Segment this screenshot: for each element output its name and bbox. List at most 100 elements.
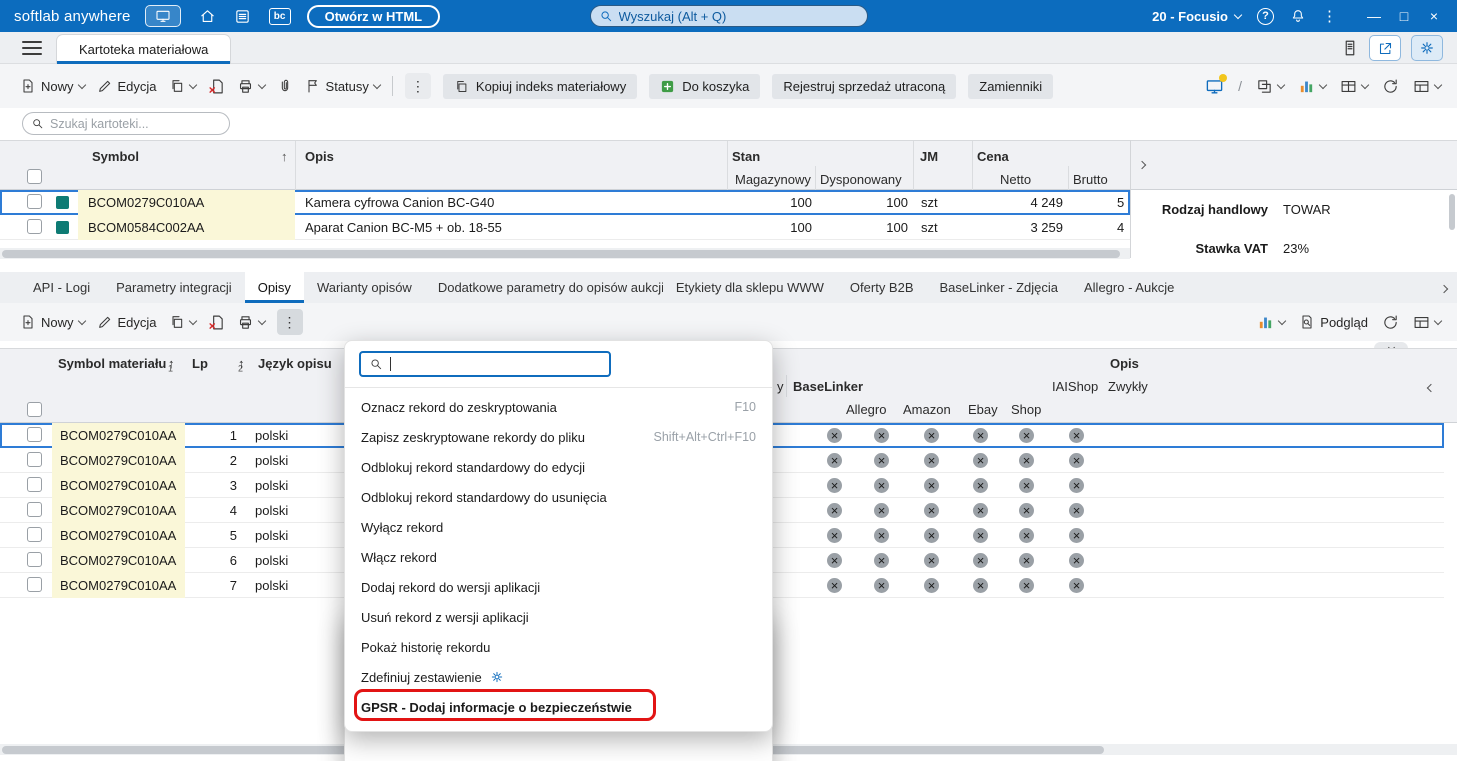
disabled-icon[interactable]: × [1069, 578, 1084, 593]
disabled-icon[interactable]: × [874, 453, 889, 468]
screen-view-button[interactable] [1205, 73, 1228, 96]
tab-oferty-b2b[interactable]: Oferty B2B [837, 272, 927, 303]
edit-button[interactable]: Edycja [97, 314, 157, 330]
table-row[interactable]: BCOM0279C010AA Kamera cyfrowa Canion BC-… [0, 190, 1130, 215]
help-button[interactable]: ? [1257, 7, 1274, 25]
menu-item-gpsr[interactable]: GPSR - Dodaj informacje o bezpieczeństwi… [345, 692, 772, 722]
share-button[interactable] [1369, 35, 1401, 61]
col-cena[interactable]: Cena [977, 149, 1009, 164]
disabled-icon[interactable]: × [1069, 528, 1084, 543]
tab-warianty-opisow[interactable]: Warianty opisów [304, 272, 425, 303]
report-button[interactable] [1341, 39, 1359, 57]
tabs-scroll-right-button[interactable] [1439, 280, 1449, 295]
disabled-icon[interactable]: × [1019, 453, 1034, 468]
disabled-icon[interactable]: × [1069, 553, 1084, 568]
edit-button[interactable]: Edycja [97, 78, 157, 94]
disabled-icon[interactable]: × [874, 478, 889, 493]
col-iaishop[interactable]: IAIShop [1052, 379, 1098, 394]
chart-button[interactable] [1257, 314, 1287, 331]
disabled-icon[interactable]: × [924, 553, 939, 568]
register-lost-sale-button[interactable]: Rejestruj sprzedaż utraconą [772, 73, 957, 99]
disabled-icon[interactable]: × [874, 503, 889, 518]
col-symbol-materialu[interactable]: Symbol materiału [58, 356, 166, 371]
disabled-icon[interactable]: × [1019, 503, 1034, 518]
disabled-icon[interactable]: × [1019, 528, 1034, 543]
tab-dodatkowe-parametry[interactable]: Dodatkowe parametry do opisów aukcji [425, 272, 663, 303]
disabled-icon[interactable]: × [924, 453, 939, 468]
menu-item-zdefiniuj-zestawienie[interactable]: Zdefiniuj zestawienie [345, 662, 772, 692]
grid-settings-button[interactable] [1413, 314, 1443, 331]
disabled-icon[interactable]: × [973, 578, 988, 593]
open-in-html-button[interactable]: Otwórz w HTML [306, 4, 441, 28]
menu-item-odblokuj-edycja[interactable]: Odblokuj rekord standardowy do edycji [345, 452, 772, 482]
tab-opisy[interactable]: Opisy [244, 272, 304, 303]
tab-kartoteka-materialowa[interactable]: Kartoteka materiałowa [56, 34, 232, 64]
scrollbar-thumb[interactable] [1449, 194, 1455, 230]
col-group-baselinker[interactable]: BaseLinker [793, 379, 863, 394]
menu-item-historia-rekordu[interactable]: Pokaż historię rekordu [345, 632, 772, 662]
disabled-icon[interactable]: × [973, 503, 988, 518]
copy-material-index-button[interactable]: Kopiuj indeks materiałowy [442, 73, 638, 99]
disabled-icon[interactable]: × [1069, 503, 1084, 518]
disabled-icon[interactable]: × [827, 578, 842, 593]
menu-item-oznacz-rekord[interactable]: Oznacz rekord do zeskryptowania F10 [345, 392, 772, 422]
col-partial[interactable]: y [777, 379, 784, 394]
col-jm[interactable]: JM [920, 149, 938, 164]
disabled-icon[interactable]: × [1019, 553, 1034, 568]
row-checkbox[interactable] [27, 427, 42, 442]
global-search-input[interactable] [618, 8, 839, 24]
preview-button[interactable]: Podgląd [1299, 314, 1368, 330]
row-checkbox[interactable] [27, 452, 42, 467]
add-to-basket-button[interactable]: Do koszyka [649, 73, 761, 99]
menu-item-usun-z-wersji[interactable]: Usuń rekord z wersji aplikacji [345, 602, 772, 632]
panels-button[interactable] [1340, 78, 1370, 95]
layout-button[interactable] [1256, 78, 1286, 95]
tab-api-logi[interactable]: API - Logi [20, 272, 103, 303]
col-amazon[interactable]: Amazon [903, 402, 951, 417]
bc-icon[interactable]: bc [268, 7, 291, 25]
menu-item-zapisz-zeskryptowane[interactable]: Zapisz zeskryptowane rekordy do pliku Sh… [345, 422, 772, 452]
disabled-icon[interactable]: × [924, 428, 939, 443]
refresh-button[interactable] [1382, 78, 1399, 95]
more-actions-button[interactable]: ⋮ [404, 73, 431, 99]
col-jezyk-opisu[interactable]: Język opisu [258, 356, 332, 371]
sort-asc-icon[interactable]: ↑ [281, 149, 288, 164]
row-checkbox[interactable] [27, 577, 42, 592]
print-button[interactable] [237, 314, 266, 331]
copy-record-button[interactable] [169, 78, 197, 94]
col-ebay[interactable]: Ebay [968, 402, 998, 417]
col-lp[interactable]: Lp [192, 356, 208, 371]
active-app-button[interactable] [144, 5, 181, 27]
chevron-right-icon[interactable] [1137, 160, 1147, 170]
settings-button[interactable] [1411, 35, 1443, 61]
menu-item-wlacz-rekord[interactable]: Włącz rekord [345, 542, 772, 572]
disabled-icon[interactable]: × [827, 478, 842, 493]
columns-scroll-left-button[interactable] [1426, 379, 1436, 394]
global-search[interactable] [589, 5, 868, 27]
select-all-checkbox[interactable] [27, 402, 42, 417]
disabled-icon[interactable]: × [973, 528, 988, 543]
disabled-icon[interactable]: × [827, 503, 842, 518]
col-stan[interactable]: Stan [732, 149, 760, 164]
disabled-icon[interactable]: × [924, 578, 939, 593]
disabled-icon[interactable]: × [827, 553, 842, 568]
tab-etykiety-www[interactable]: Etykiety dla sklepu WWW [663, 272, 837, 303]
chart-button[interactable] [1298, 78, 1328, 95]
col-allegro[interactable]: Allegro [846, 402, 886, 417]
select-all-checkbox[interactable] [27, 169, 42, 184]
row-checkbox[interactable] [27, 527, 42, 542]
print-button[interactable] [237, 78, 266, 95]
col-opis[interactable]: Opis [305, 149, 334, 164]
col-group-opis[interactable]: Opis [1110, 356, 1139, 371]
disabled-icon[interactable]: × [924, 478, 939, 493]
disabled-icon[interactable]: × [924, 528, 939, 543]
col-brutto[interactable]: Brutto [1073, 172, 1108, 187]
app-list-button[interactable] [234, 8, 251, 25]
new-button[interactable]: Nowy [20, 78, 86, 94]
disabled-icon[interactable]: × [924, 503, 939, 518]
disabled-icon[interactable]: × [874, 528, 889, 543]
more-options-button[interactable]: ⋮ [1322, 9, 1337, 24]
new-button[interactable]: Nowy [20, 314, 86, 330]
disabled-icon[interactable]: × [827, 453, 842, 468]
col-magazynowy[interactable]: Magazynowy [735, 172, 811, 187]
